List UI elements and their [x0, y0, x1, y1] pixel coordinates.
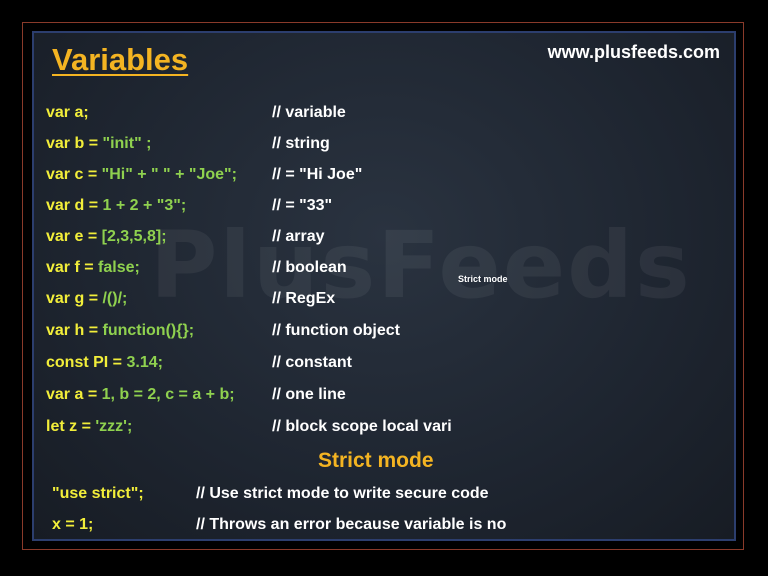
strict-code: "use strict";	[52, 485, 144, 502]
code-value: "Hi" + " " + "Joe";	[101, 166, 237, 183]
strict-comment: // Throws an error because variable is n…	[196, 516, 507, 533]
code-value: 'zzz';	[95, 418, 133, 435]
code-comment: // = "Hi Joe"	[272, 166, 363, 183]
code-comment: // one line	[272, 386, 346, 403]
code-snippet: var a = 1, b = 2, c = a + b;	[46, 386, 235, 404]
code-row: var b = "init" ; // string	[0, 135, 768, 161]
code-snippet: const PI = 3.14;	[46, 354, 163, 372]
code-value: 1 + 2 + "3";	[102, 197, 187, 214]
code-row: const PI = 3.14; // constant	[0, 354, 768, 380]
code-comment: // = "33"	[272, 197, 333, 214]
code-value: [2,3,5,8];	[101, 228, 167, 245]
strict-code: x = 1;	[52, 516, 94, 533]
strict-mode-heading-text: Strict mode	[318, 449, 434, 472]
code-keyword: let z =	[46, 418, 91, 435]
code-keyword: var c =	[46, 166, 98, 183]
code-keyword: var a;	[46, 104, 89, 121]
strict-comment: // Use strict mode to write secure code	[196, 485, 489, 502]
code-snippet: var b = "init" ;	[46, 135, 151, 153]
code-keyword: var b =	[46, 135, 99, 152]
code-snippet: let z = 'zzz';	[46, 418, 132, 436]
code-value: 3.14;	[126, 354, 163, 371]
code-keyword: var g =	[46, 290, 99, 307]
code-keyword: var d =	[46, 197, 99, 214]
code-row: var e = [2,3,5,8]; // array	[0, 228, 768, 254]
code-comment: // block scope local vari	[272, 418, 452, 435]
strict-row: x = 1; // Throws an error because variab…	[0, 516, 768, 542]
page-title: Variables	[52, 42, 189, 77]
code-snippet: var f = false;	[46, 259, 140, 277]
code-row: var a = 1, b = 2, c = a + b; // one line	[0, 386, 768, 412]
code-snippet: var c = "Hi" + " " + "Joe";	[46, 166, 237, 184]
code-value: false;	[98, 259, 140, 276]
code-comment: // boolean	[272, 259, 347, 276]
code-value: function(){};	[102, 322, 195, 339]
code-value: "init" ;	[102, 135, 152, 152]
code-keyword: var e =	[46, 228, 98, 245]
code-keyword: const PI =	[46, 354, 123, 371]
code-row: var g = /()/; // RegEx	[0, 290, 768, 316]
code-comment: // constant	[272, 354, 353, 371]
code-snippet: var g = /()/;	[46, 290, 127, 308]
code-row: var d = 1 + 2 + "3"; // = "33"	[0, 197, 768, 223]
code-value: 1, b = 2, c = a + b;	[101, 386, 235, 403]
code-comment: // RegEx	[272, 290, 336, 307]
site-url: www.plusfeeds.com	[547, 42, 720, 62]
strict-row: "use strict"; // Use strict mode to writ…	[0, 485, 768, 511]
code-row: var h = function(){}; // function object	[0, 322, 768, 348]
code-row: let z = 'zzz'; // block scope local vari	[0, 418, 768, 444]
code-keyword: var f =	[46, 259, 94, 276]
code-comment: // array	[272, 228, 325, 245]
code-snippet: var d = 1 + 2 + "3";	[46, 197, 186, 215]
code-row: var f = false; // boolean	[0, 259, 768, 285]
code-keyword: var a =	[46, 386, 98, 403]
code-row: var c = "Hi" + " " + "Joe"; // = "Hi Joe…	[0, 166, 768, 192]
code-row: var a; // variable	[0, 104, 768, 130]
code-value: /()/;	[102, 290, 128, 307]
code-keyword: var h =	[46, 322, 99, 339]
code-comment: // variable	[272, 104, 346, 121]
code-snippet: var a;	[46, 104, 89, 122]
code-snippet: var e = [2,3,5,8];	[46, 228, 167, 246]
code-comment: // string	[272, 135, 330, 152]
code-snippet: var h = function(){};	[46, 322, 194, 340]
code-comment: // function object	[272, 322, 400, 339]
